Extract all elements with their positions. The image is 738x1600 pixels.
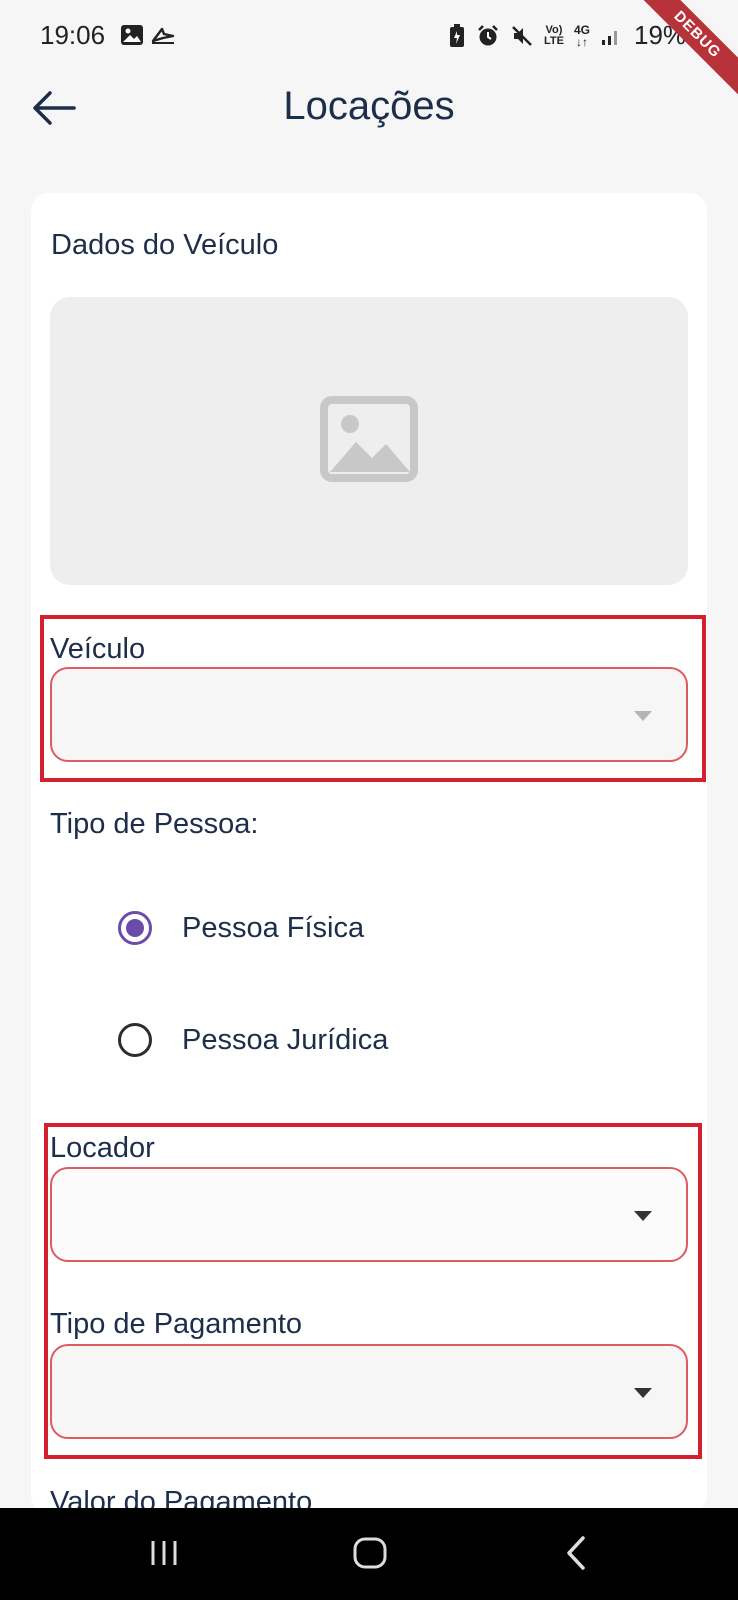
highlight-box (44, 1123, 702, 1459)
alarm-icon (476, 24, 500, 48)
page-title: Locações (283, 84, 455, 128)
tipo-pessoa-label: Tipo de Pessoa: (50, 808, 259, 840)
radio-pessoa-juridica[interactable]: Pessoa Jurídica (118, 1023, 388, 1057)
mute-icon (510, 24, 534, 48)
recents-button[interactable] (134, 1530, 194, 1580)
system-nav-bar (0, 1508, 738, 1600)
recents-icon (147, 1538, 181, 1573)
network-4g-icon: 4G ↓↑ (573, 22, 590, 49)
nav-back-button[interactable] (546, 1530, 606, 1580)
gallery-notification-icon (120, 24, 144, 46)
radio-pessoa-fisica[interactable]: Pessoa Física (118, 911, 364, 945)
home-button[interactable] (340, 1530, 400, 1580)
highlight-box (40, 615, 706, 782)
vehicle-image[interactable] (50, 297, 688, 585)
back-chevron-icon (563, 1535, 589, 1576)
location-notification-icon (150, 24, 176, 46)
radio-unchecked-icon[interactable] (118, 1023, 152, 1057)
section-title: Dados do Veículo (51, 229, 279, 261)
app-bar: Locações (0, 70, 738, 150)
radio-label: Pessoa Jurídica (182, 1023, 389, 1056)
home-icon (352, 1536, 388, 1575)
volte-icon: Vo) LTE (544, 23, 564, 47)
battery-saver-icon (448, 23, 466, 49)
image-placeholder-icon (320, 395, 418, 487)
radio-label: Pessoa Física (182, 911, 365, 944)
status-time: 19:06 (40, 20, 106, 50)
radio-checked-icon[interactable] (118, 911, 152, 945)
